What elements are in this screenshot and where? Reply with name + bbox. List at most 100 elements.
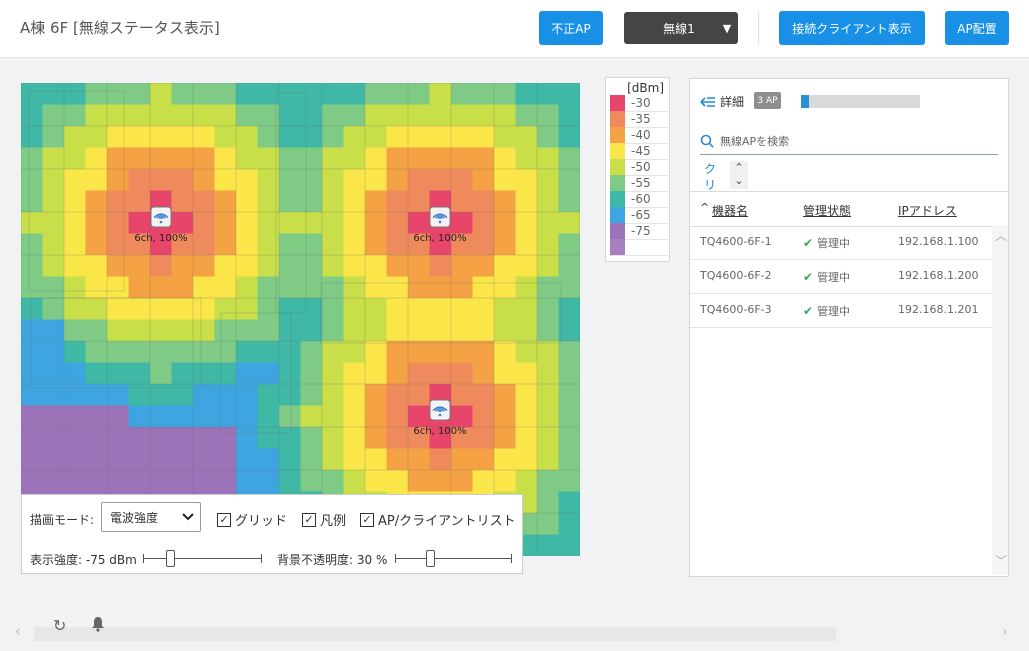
horizontal-scrollbar[interactable] [34, 627, 836, 641]
heat-cell [472, 190, 495, 213]
strength-slider-thumb[interactable] [166, 550, 176, 567]
heat-cell [107, 190, 129, 213]
heat-cell [322, 362, 344, 385]
column-header-ip[interactable]: IPアドレス [898, 202, 957, 219]
heat-cell [42, 362, 65, 385]
heat-cell [558, 233, 580, 256]
aplist-checkbox[interactable]: ✓ AP/クライアントリスト [360, 510, 516, 529]
legend-row: -45 [610, 143, 668, 160]
heat-cell [494, 341, 516, 363]
heat-cell [128, 147, 151, 170]
heat-cell [64, 405, 86, 428]
cell-device-name: TQ4600-6F-3 [700, 303, 772, 316]
ap-search-input[interactable]: 無線APを検索 [700, 127, 998, 155]
mode-select[interactable]: 電波強度 [101, 502, 201, 532]
heat-cell [85, 405, 108, 428]
chevron-up-icon[interactable]: ︿ [995, 227, 1007, 244]
heat-cell [150, 126, 172, 148]
scroll-left-icon[interactable]: ‹ [15, 624, 21, 640]
heat-cell [107, 255, 129, 277]
heat-cell [429, 104, 452, 127]
refresh-icon[interactable]: ↻ [53, 616, 66, 635]
clear-button[interactable]: クリア [704, 161, 720, 191]
legend-value: -40 [631, 128, 651, 142]
heat-cell [64, 126, 86, 148]
heat-cell [279, 190, 301, 213]
list-scrollbar[interactable]: ︿ ﹀ [992, 225, 1008, 575]
heat-cell [494, 362, 516, 385]
scroll-right-icon[interactable]: › [1002, 624, 1008, 640]
chevron-down-icon[interactable]: ﹀ [995, 552, 1007, 569]
chevron-up-icon[interactable]: ⌃ [730, 161, 748, 174]
heat-cell [322, 298, 344, 320]
heat-cell [515, 341, 538, 363]
table-row[interactable]: TQ4600-6F-1 ✔ 管理中 192.168.1.100 [690, 225, 992, 260]
heat-cell [21, 255, 43, 277]
heat-cell [472, 470, 495, 492]
column-header-status[interactable]: 管理状態 [803, 202, 851, 219]
search-icon [700, 134, 714, 148]
table-row[interactable]: TQ4600-6F-2 ✔ 管理中 192.168.1.200 [690, 259, 992, 294]
heat-cell [365, 319, 387, 342]
heat-cell [42, 384, 65, 406]
opacity-slider[interactable] [395, 550, 512, 567]
table-row[interactable]: TQ4600-6F-3 ✔ 管理中 192.168.1.201 [690, 293, 992, 328]
heat-cell [322, 384, 344, 406]
heat-cell [558, 513, 580, 535]
heat-cell [21, 169, 43, 191]
heat-cell [214, 298, 237, 320]
heat-cell [343, 233, 366, 256]
ap-placement-button[interactable]: AP配置 [945, 11, 1009, 45]
heat-cell [451, 298, 473, 320]
heat-cell [494, 427, 516, 449]
cell-status: 管理中 [817, 305, 851, 318]
heat-cell [515, 448, 538, 471]
heat-cell [408, 104, 430, 127]
heat-cell [214, 448, 237, 471]
heat-cell [214, 169, 237, 191]
heat-cell [21, 341, 43, 363]
heat-cell [171, 147, 194, 170]
detail-toggle[interactable]: 詳細 [700, 93, 744, 110]
heat-cell [494, 126, 516, 148]
header: A棟 6F [無線ステータス表示] 不正AP 無線1 ▼ 接続クライアント表示 … [0, 0, 1029, 58]
legend-checkbox[interactable]: ✓ 凡例 [302, 510, 346, 529]
heat-cell [279, 319, 301, 342]
show-clients-button[interactable]: 接続クライアント表示 [779, 11, 925, 45]
heat-cell [171, 405, 194, 428]
heat-cell [343, 319, 366, 342]
heat-cell [343, 298, 366, 320]
column-header-name[interactable]: 機器名 [712, 202, 748, 219]
heat-cell [386, 126, 409, 148]
heat-cell [42, 83, 65, 105]
rogue-ap-button[interactable]: 不正AP [539, 11, 603, 45]
heat-cell [537, 405, 559, 428]
heat-cell [150, 341, 172, 363]
opacity-slider-thumb[interactable] [426, 550, 436, 567]
heat-cell [107, 362, 129, 385]
heat-cell [451, 405, 473, 428]
heat-cell [193, 147, 215, 170]
chevron-down-icon[interactable]: ⌄ [730, 174, 748, 187]
heat-cell [150, 427, 172, 449]
heat-cell [386, 362, 409, 385]
heat-cell [515, 83, 538, 105]
bell-icon[interactable] [91, 616, 105, 636]
heatmap-canvas[interactable]: 6ch, 100% 6ch, 100% 6ch, 100% [21, 83, 580, 556]
table-header: ^ 機器名 管理状態 IPアドレス [690, 191, 1008, 227]
heat-cell [408, 298, 430, 320]
heat-cell [128, 212, 151, 234]
heat-cell [343, 147, 366, 170]
heat-cell [451, 104, 473, 127]
legend-value: -50 [631, 160, 651, 174]
sort-spinner[interactable]: ⌃ ⌄ [730, 161, 748, 189]
grid-checkbox[interactable]: ✓ グリッド [217, 510, 287, 529]
heat-cell [171, 319, 194, 342]
radio-select[interactable]: 無線1 ▼ [624, 12, 738, 44]
heat-cell [64, 169, 86, 191]
strength-slider[interactable] [143, 550, 262, 567]
aplist-checkbox-label: AP/クライアントリスト [378, 514, 516, 529]
heat-cell [386, 147, 409, 170]
heat-cell [171, 126, 194, 148]
heat-cell [386, 104, 409, 127]
